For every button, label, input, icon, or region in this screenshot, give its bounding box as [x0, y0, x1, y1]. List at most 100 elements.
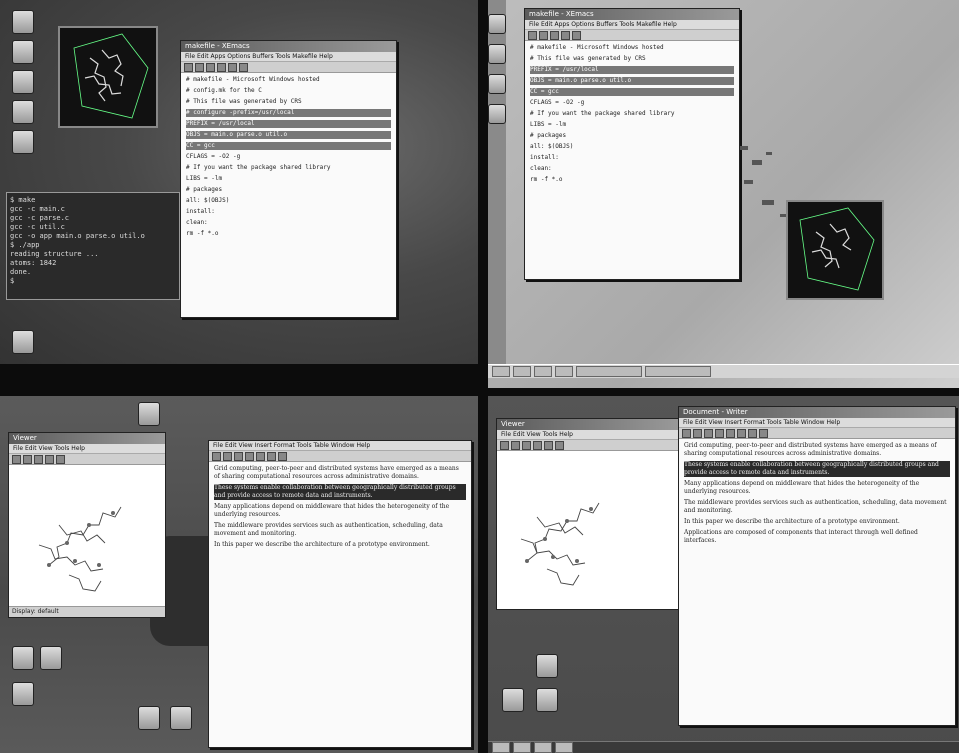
molecule-render [38, 506, 122, 592]
desktop-icon-1[interactable] [12, 646, 34, 670]
panel-icon-browser[interactable] [488, 74, 506, 94]
molecule-render [73, 33, 149, 119]
viewer-title: Viewer [497, 419, 681, 430]
viewer-menubar[interactable]: File Edit View Tools Help [497, 430, 681, 440]
viewer-toolbar [9, 454, 165, 465]
word-processor-window[interactable]: File Edit View Insert Format Tools Table… [208, 440, 472, 748]
taskbar-button-3[interactable] [534, 742, 552, 753]
zoom-in-icon[interactable] [12, 455, 21, 464]
desktop-icon-2[interactable] [536, 688, 558, 712]
open-icon[interactable] [184, 63, 193, 72]
desktop-icon-1[interactable] [536, 654, 558, 678]
taskbar-button-2[interactable] [534, 366, 552, 377]
bold-icon[interactable] [726, 429, 735, 438]
zoom-out-icon[interactable] [23, 455, 32, 464]
desktop-icon-network[interactable] [12, 70, 34, 94]
taskbar-button-3[interactable] [555, 366, 573, 377]
taskbar [488, 364, 959, 378]
doc-menubar[interactable]: File Edit View Insert Format Tools Table… [679, 418, 955, 428]
cut-icon[interactable] [561, 31, 570, 40]
save-icon[interactable] [195, 63, 204, 72]
select-icon[interactable] [45, 455, 54, 464]
word-processor-window[interactable]: Document - Writer File Edit View Insert … [678, 406, 956, 726]
editor-window[interactable]: makefile - XEmacs File Edit Apps Options… [524, 8, 740, 280]
print-icon[interactable] [245, 452, 254, 461]
terminal-window[interactable]: $ make gcc -c main.c gcc -c parse.c gcc … [6, 192, 180, 300]
doc-menubar[interactable]: File Edit View Insert Format Tools Table… [209, 441, 471, 451]
desktop-bottom-left: Viewer File Edit View Tools Help Display… [0, 396, 478, 753]
zoom-out-icon[interactable] [511, 441, 520, 450]
underline-icon[interactable] [278, 452, 287, 461]
panel-icon-editor[interactable] [488, 44, 506, 64]
taskbar-button-4[interactable] [576, 366, 642, 377]
editor-buffer[interactable]: # makefile - Microsoft Windows hosted # … [525, 41, 739, 190]
desktop-icon-trash[interactable] [12, 330, 34, 354]
desktop-icon-home[interactable] [12, 10, 34, 34]
desktop-icon-4[interactable] [138, 402, 160, 426]
start-button[interactable] [492, 366, 510, 377]
measure-icon[interactable] [544, 441, 553, 450]
select-icon[interactable] [533, 441, 542, 450]
rotate-icon[interactable] [522, 441, 531, 450]
italic-icon[interactable] [737, 429, 746, 438]
taskbar-button-1[interactable] [513, 366, 531, 377]
new-icon[interactable] [682, 429, 691, 438]
print-icon[interactable] [206, 63, 215, 72]
panel-icon-terminal[interactable] [488, 14, 506, 34]
desktop-icon-tools[interactable] [12, 130, 34, 154]
copy-icon[interactable] [228, 63, 237, 72]
zoom-in-icon[interactable] [500, 441, 509, 450]
viewer-toolbar [497, 440, 681, 451]
save-icon[interactable] [539, 31, 548, 40]
molecule-viewer-window[interactable]: Viewer File Edit View Tools Help Display… [8, 432, 166, 618]
underline-icon[interactable] [748, 429, 757, 438]
editor-title: makefile - XEmacs [525, 9, 739, 20]
doc-body[interactable]: Grid computing, peer-to-peer and distrib… [679, 439, 955, 551]
taskbar-button-2[interactable] [513, 742, 531, 753]
editor-menubar[interactable]: File Edit Apps Options Buffers Tools Mak… [181, 52, 396, 62]
open-icon[interactable] [693, 429, 702, 438]
rotate-icon[interactable] [34, 455, 43, 464]
editor-menubar[interactable]: File Edit Apps Options Buffers Tools Mak… [525, 20, 739, 30]
taskbar-button-4[interactable] [555, 742, 573, 753]
molecule-viewer-window[interactable]: Viewer File Edit View Tools Help [496, 418, 682, 610]
taskbar [488, 741, 959, 753]
desktop-icon-5[interactable] [138, 706, 160, 730]
open-icon[interactable] [223, 452, 232, 461]
copy-icon[interactable] [572, 31, 581, 40]
measure-icon[interactable] [56, 455, 65, 464]
new-icon[interactable] [212, 452, 221, 461]
side-panel [488, 0, 506, 374]
viewer-status: Display: default [9, 606, 165, 617]
save-icon[interactable] [704, 429, 713, 438]
molecule-viewer-window-dark[interactable] [58, 26, 158, 128]
paste-icon[interactable] [239, 63, 248, 72]
open-icon[interactable] [528, 31, 537, 40]
italic-icon[interactable] [267, 452, 276, 461]
viewer-menubar[interactable]: File Edit View Tools Help [9, 444, 165, 454]
desktop-icon-documents[interactable] [12, 100, 34, 124]
align-icon[interactable] [759, 429, 768, 438]
taskbar-button-5[interactable] [645, 366, 711, 377]
desktop-icon-2[interactable] [40, 646, 62, 670]
molecule-viewer-window-dark[interactable] [786, 200, 884, 300]
cut-icon[interactable] [217, 63, 226, 72]
print-icon[interactable] [550, 31, 559, 40]
editor-window[interactable]: makefile - XEmacs File Edit Apps Options… [180, 40, 397, 318]
save-icon[interactable] [234, 452, 243, 461]
editor-toolbar [181, 62, 396, 73]
center-icon[interactable] [555, 441, 564, 450]
molecule-render [520, 502, 600, 586]
panel-icon-files[interactable] [488, 104, 506, 124]
desktop-icon-system[interactable] [12, 40, 34, 64]
desktop-icon-3[interactable] [502, 688, 524, 712]
bold-icon[interactable] [256, 452, 265, 461]
desktop-icon-3[interactable] [12, 682, 34, 706]
doc-body[interactable]: Grid computing, peer-to-peer and distrib… [209, 462, 471, 555]
taskbar-button-1[interactable] [492, 742, 510, 753]
editor-buffer[interactable]: # makefile - Microsoft Windows hosted # … [181, 73, 396, 244]
doc-toolbar [209, 451, 471, 462]
print-icon[interactable] [715, 429, 724, 438]
desktop-icon-6[interactable] [170, 706, 192, 730]
viewer-title: Viewer [9, 433, 165, 444]
